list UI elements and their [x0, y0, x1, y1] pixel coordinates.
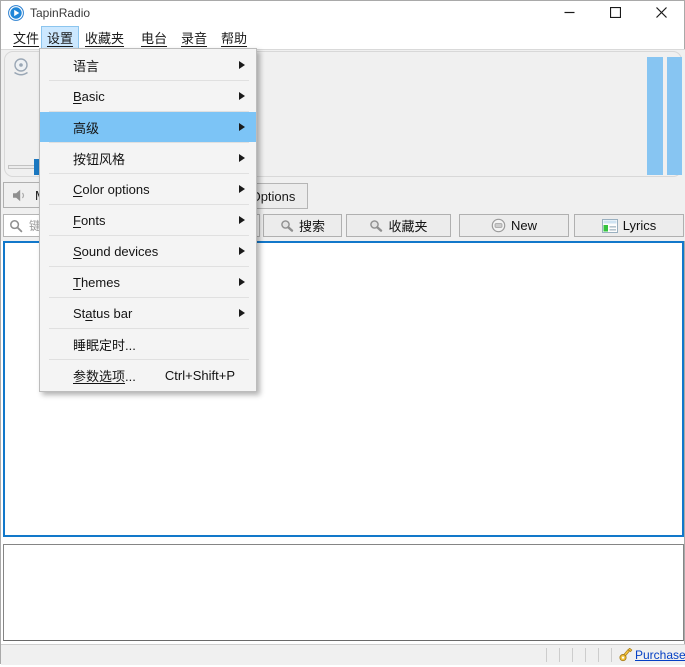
minimize-icon [564, 7, 575, 18]
details-panel [3, 544, 684, 641]
vu-meter-bar-right [667, 57, 682, 175]
menubar-item-stations[interactable]: 电台 [135, 26, 173, 49]
menu-item-label: 睡眠定时... [73, 335, 136, 354]
menu-item-label: Fonts [73, 213, 106, 228]
menubar-item-recording[interactable]: 录音 [175, 26, 213, 49]
menu-item-label: Sound devices [73, 244, 158, 259]
statusbar: Purchase [1, 644, 685, 665]
menu-item-label: 按钮风格 [73, 149, 125, 168]
vu-meter-bar-left [647, 57, 663, 175]
menu-item-label: 语言 [73, 56, 99, 75]
menu-item-label: 参数选项... [73, 366, 136, 385]
minimize-button[interactable] [546, 1, 592, 24]
titlebar: TapinRadio [1, 1, 684, 24]
submenu-arrow-icon [239, 123, 245, 131]
menubar: 文件设置收藏夹电台录音帮助 [1, 24, 684, 49]
menu-item-basic[interactable]: Basic [40, 81, 256, 111]
menu-item-button-style[interactable]: 按钮风格 [40, 143, 256, 173]
statusbar-separator [598, 648, 599, 662]
menubar-item-help[interactable]: 帮助 [215, 26, 253, 49]
menu-item-sound-devices[interactable]: Sound devices [40, 236, 256, 266]
lyrics-button-label: Lyrics [623, 218, 656, 233]
menu-item-themes[interactable]: Themes [40, 267, 256, 297]
maximize-button[interactable] [592, 1, 638, 24]
speaker-icon [12, 189, 28, 202]
menu-item-options[interactable]: 参数选项... Ctrl+Shift+P [40, 360, 256, 390]
menu-item-label: 高级 [73, 118, 99, 137]
new-button[interactable]: New [459, 214, 569, 237]
statusbar-separator [585, 648, 586, 662]
statusbar-separator [546, 648, 547, 662]
submenu-arrow-icon [239, 247, 245, 255]
submenu-arrow-icon [239, 309, 245, 317]
menu-item-label: Themes [73, 275, 120, 290]
submenu-arrow-icon [239, 216, 245, 224]
settings-menu-popup: 语言 Basic 高级按钮风格 Color options Fonts Sound dev… [39, 48, 257, 392]
menu-item-shortcut: Ctrl+Shift+P [165, 368, 235, 383]
purchase-key-icon [619, 648, 633, 662]
close-button[interactable] [638, 1, 684, 24]
lyrics-icon [602, 219, 618, 233]
menu-item-color-options[interactable]: Color options [40, 174, 256, 204]
submenu-arrow-icon [239, 185, 245, 193]
menubar-item-file[interactable]: 文件 [7, 26, 45, 49]
statusbar-separator [559, 648, 560, 662]
menu-item-sleep-timer[interactable]: 睡眠定时... [40, 329, 256, 359]
close-icon [656, 7, 667, 18]
menubar-item-settings[interactable]: 设置 [41, 26, 79, 49]
menu-item-fonts[interactable]: Fonts [40, 205, 256, 235]
lyrics-button[interactable]: Lyrics [574, 214, 684, 237]
purchase-link[interactable]: Purchase [635, 648, 685, 662]
menu-item-advanced[interactable]: 高级 [40, 112, 256, 142]
favorites-icon [369, 219, 383, 233]
submenu-arrow-icon [239, 61, 245, 69]
new-station-icon [491, 218, 506, 233]
app-window: TapinRadio 文件设置收藏夹电台录音帮助 [0, 0, 685, 664]
search-icon [280, 219, 294, 233]
window-title: TapinRadio [30, 6, 90, 20]
menu-item-label: Basic [73, 89, 105, 104]
menu-item-label: Status bar [73, 306, 132, 321]
submenu-arrow-icon [239, 92, 245, 100]
statusbar-separator [572, 648, 573, 662]
window-controls [546, 1, 684, 24]
radio-icon [10, 56, 32, 78]
submenu-arrow-icon [239, 278, 245, 286]
menu-item-label: Color options [73, 182, 150, 197]
menubar-item-favorites[interactable]: 收藏夹 [79, 26, 130, 49]
search-button-label: 搜索 [299, 216, 325, 235]
search-button[interactable]: 搜索 [263, 214, 342, 237]
statusbar-separator [611, 648, 612, 662]
new-button-label: New [511, 218, 537, 233]
search-icon [9, 219, 23, 233]
favorites-button-label: 收藏夹 [388, 216, 427, 235]
menu-item-status-bar[interactable]: Status bar [40, 298, 256, 328]
tab-options-label: Options [251, 189, 296, 204]
menu-item-language[interactable]: 语言 [40, 50, 256, 80]
app-play-icon [8, 5, 24, 21]
maximize-icon [610, 7, 621, 18]
submenu-arrow-icon [239, 154, 245, 162]
favorites-button[interactable]: 收藏夹 [346, 214, 451, 237]
